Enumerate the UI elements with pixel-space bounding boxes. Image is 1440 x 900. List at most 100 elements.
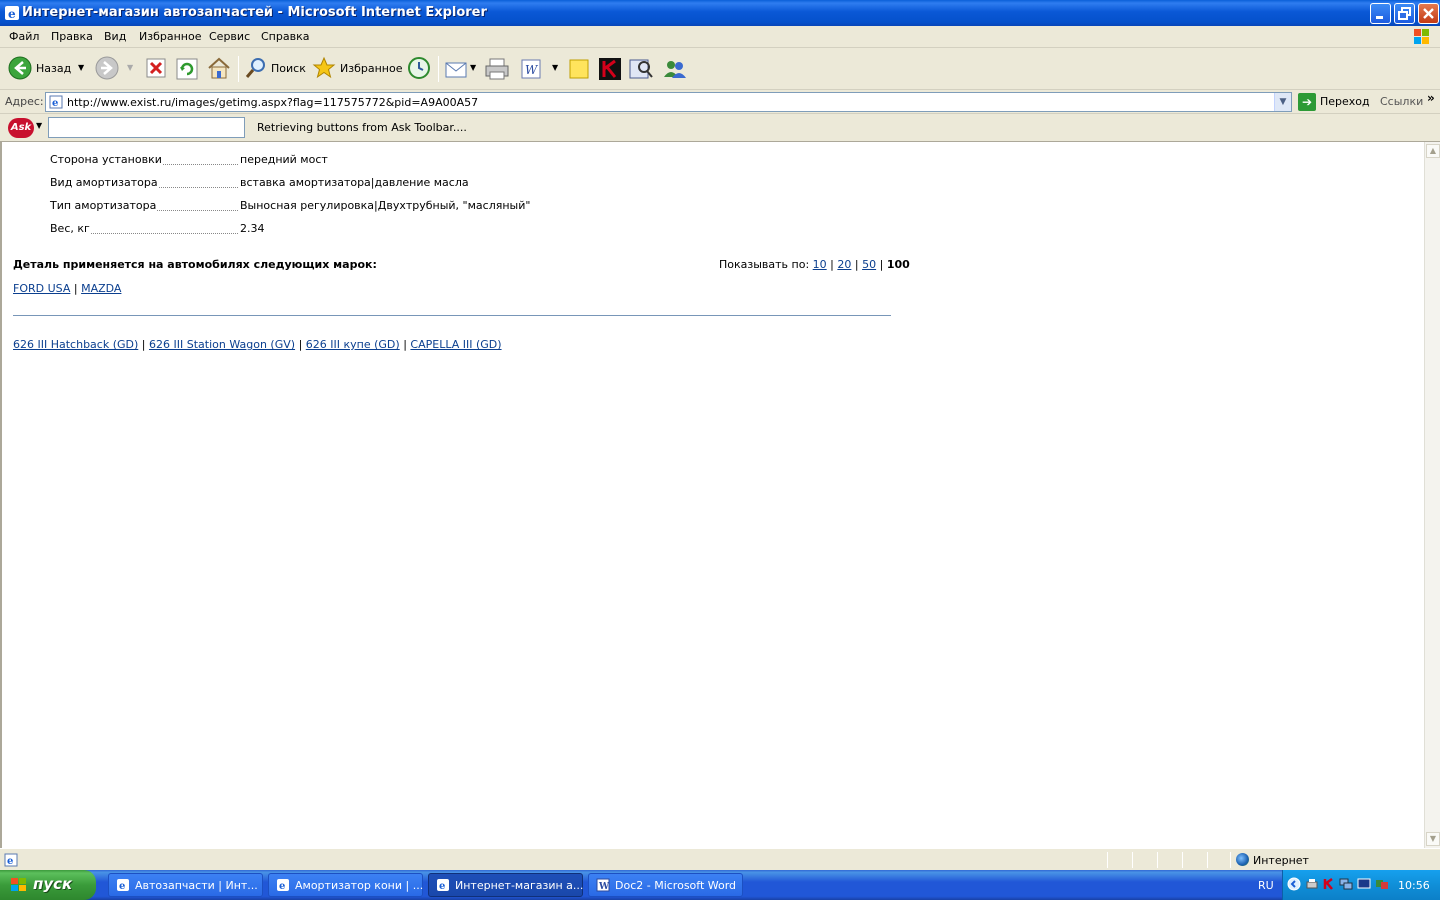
language-indicator[interactable]: RU (1258, 879, 1274, 892)
ask-status-text: Retrieving buttons from Ask Toolbar.... (257, 121, 467, 134)
menu-help[interactable]: Справка (261, 30, 309, 43)
model-link[interactable]: 626 III купе (GD) (306, 338, 400, 351)
svg-text:W: W (525, 63, 539, 77)
property-name: Сторона установки (50, 153, 163, 166)
menu-favorites[interactable]: Избранное (139, 30, 201, 43)
home-icon (208, 57, 230, 79)
close-icon (1423, 8, 1434, 19)
print-button[interactable] (484, 54, 510, 84)
forward-button[interactable]: ▼ (95, 54, 137, 84)
refresh-button[interactable] (175, 54, 199, 84)
property-name: Вид амортизатора (50, 176, 159, 189)
star-icon (312, 56, 336, 79)
links-chevron-icon[interactable]: » (1427, 91, 1435, 105)
edit-dropdown-icon: ▼ (552, 63, 559, 72)
taskbar-item-label: Автозапчасти | Инт... (135, 879, 258, 892)
ask-logo[interactable]: Ask (8, 118, 34, 138)
page-size-link[interactable]: 10 (813, 258, 827, 271)
stop-button[interactable] (144, 54, 166, 84)
current-page-size: 100 (886, 258, 910, 271)
show-by-label: Показывать по: (719, 258, 810, 271)
mail-button[interactable]: ▼ (444, 54, 480, 84)
brand-link[interactable]: MAZDA (81, 282, 121, 295)
status-divider (1230, 852, 1231, 868)
messenger-icon (664, 61, 686, 78)
taskbar-item-label: Doc2 - Microsoft Word (615, 879, 737, 892)
model-link[interactable]: CAPELLA III (GD) (410, 338, 501, 351)
back-button[interactable]: Назад ▼ (8, 54, 86, 84)
svg-text:e: e (439, 881, 445, 892)
model-link[interactable]: 626 III Hatchback (GD) (13, 338, 138, 351)
ask-dropdown-icon[interactable]: ▼ (36, 121, 42, 130)
menu-view[interactable]: Вид (104, 30, 126, 43)
menu-file[interactable]: Файл (9, 30, 39, 43)
taskbar-item[interactable]: W Doc2 - Microsoft Word (588, 873, 743, 897)
page-size-selector: Показывать по: 10 | 20 | 50 | 100 (719, 258, 910, 271)
separator: | (854, 258, 859, 271)
restore-icon (1398, 7, 1411, 20)
divider (13, 315, 891, 316)
taskbar-item[interactable]: e Автозапчасти | Инт... (108, 873, 263, 897)
address-dropdown-button[interactable]: ▼ (1274, 93, 1291, 111)
minimize-icon (1376, 16, 1383, 19)
menu-edit[interactable]: Правка (51, 30, 93, 43)
display-tray-icon[interactable] (1375, 877, 1389, 891)
mail-icon (445, 62, 467, 78)
menu-tools[interactable]: Сервис (209, 30, 250, 43)
printer-tray-icon[interactable] (1305, 877, 1319, 891)
go-button[interactable]: ➔ Переход (1297, 92, 1370, 112)
scroll-up-icon[interactable]: ▲ (1426, 144, 1440, 158)
clock: 10:56 (1398, 879, 1430, 892)
toolbar-separator (238, 56, 239, 82)
search-button[interactable]: Поиск (244, 54, 306, 84)
vertical-scrollbar[interactable]: ▲ ▼ (1424, 142, 1440, 848)
property-value: 2.34 (240, 222, 265, 235)
favorites-button[interactable]: Избранное (312, 54, 402, 84)
close-window-button[interactable] (1418, 3, 1439, 24)
home-button[interactable] (206, 54, 232, 84)
page-icon: e (49, 95, 63, 109)
research-button[interactable] (628, 54, 654, 84)
property-name: Вес, кг (50, 222, 91, 235)
scroll-down-icon[interactable]: ▼ (1426, 832, 1440, 846)
separator: | (830, 258, 834, 271)
page-size-link[interactable]: 20 (837, 258, 851, 271)
taskbar-item-label: Амортизатор кони | ... (295, 879, 424, 892)
taskbar-item-active[interactable]: e Интернет-магазин а... (428, 873, 583, 897)
restore-button[interactable] (1394, 3, 1415, 24)
ask-search-input[interactable] (48, 117, 245, 138)
globe-icon (1236, 853, 1249, 866)
back-dropdown-icon[interactable]: ▼ (78, 63, 84, 72)
links-label[interactable]: Ссылки (1380, 95, 1423, 108)
favorites-label: Избранное (340, 62, 403, 75)
edit-button[interactable]: W ▼ (520, 54, 562, 84)
page-content: Сторона установки передний мост Вид амор… (0, 142, 1424, 848)
kaspersky-button[interactable] (598, 54, 622, 84)
separator: | (298, 338, 303, 351)
taskbar-item[interactable]: e Амортизатор кони | ... (268, 873, 423, 897)
forward-arrow-icon (95, 56, 119, 80)
monitor-tray-icon[interactable] (1357, 877, 1371, 891)
history-button[interactable] (406, 54, 432, 84)
notes-button[interactable] (567, 54, 591, 84)
ie-icon: e (277, 879, 289, 892)
model-link[interactable]: 626 III Station Wagon (GV) (149, 338, 295, 351)
svg-text:e: e (279, 881, 285, 892)
start-button[interactable]: пуск (0, 870, 96, 900)
tray-collapse-icon[interactable] (1287, 877, 1301, 891)
property-value: вставка амортизатора|давление масла (240, 176, 469, 189)
brand-link[interactable]: FORD USA (13, 282, 70, 295)
research-icon (629, 59, 653, 79)
address-value: http://www.exist.ru/images/getimg.aspx?f… (67, 96, 479, 109)
menu-bar: Файл Правка Вид Избранное Сервис Справка (0, 26, 1440, 48)
search-icon (245, 58, 265, 78)
address-input[interactable]: e http://www.exist.ru/images/getimg.aspx… (45, 92, 1292, 112)
network-tray-icon[interactable] (1339, 877, 1353, 891)
minimize-button[interactable] (1370, 3, 1391, 24)
kaspersky-tray-icon[interactable] (1322, 877, 1336, 891)
title-bar: e Интернет-магазин автозапчастей - Micro… (0, 0, 1440, 26)
taskbar: пуск e Автозапчасти | Инт... e Амортизат… (0, 870, 1440, 900)
separator: | (879, 258, 884, 271)
page-size-link[interactable]: 50 (862, 258, 876, 271)
messenger-button[interactable] (662, 54, 688, 84)
